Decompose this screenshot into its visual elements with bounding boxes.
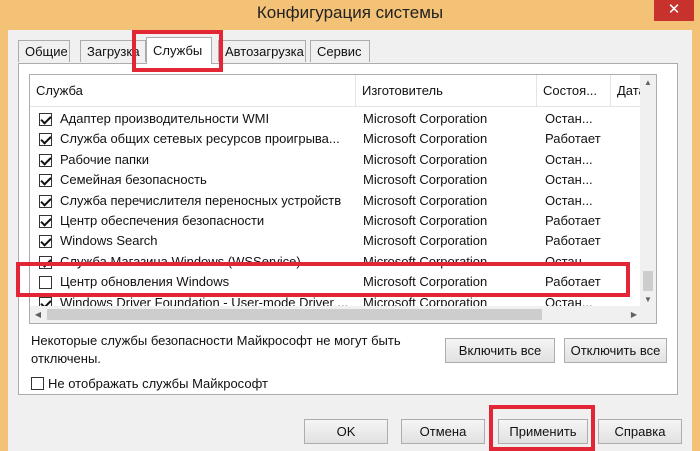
window-title: Конфигурация системы bbox=[256, 3, 444, 22]
service-checkbox[interactable] bbox=[39, 235, 52, 249]
tab-services[interactable]: Службы bbox=[146, 37, 212, 64]
service-name: Адаптер производительности WMI bbox=[60, 111, 270, 126]
service-manufacturer: Microsoft Corporation bbox=[363, 151, 488, 167]
help-button[interactable]: Справка bbox=[598, 419, 682, 444]
horizontal-scroll-thumb[interactable] bbox=[47, 309, 542, 320]
column-header-state[interactable]: Состоя... bbox=[537, 75, 611, 107]
service-manufacturer: Microsoft Corporation bbox=[363, 274, 488, 290]
apply-button[interactable]: Применить bbox=[498, 419, 588, 444]
hide-microsoft-services-label: Не отображать службы Майкрософт bbox=[48, 376, 268, 391]
tab-startup[interactable]: Автозагрузка bbox=[218, 40, 306, 62]
dialog-client-area: Общие Загрузка Службы Автозагрузка Серви… bbox=[8, 30, 692, 451]
service-checkbox[interactable] bbox=[39, 276, 52, 290]
service-name: Центр обновления Windows bbox=[60, 274, 230, 290]
service-row[interactable]: Центр обновления Windows Microsoft Corpor… bbox=[30, 272, 642, 292]
services-list[interactable]: Служба Изготовитель Состоя... Дата Адапт… bbox=[29, 74, 657, 324]
service-state: Остан... bbox=[545, 172, 593, 188]
service-name: Windows Search bbox=[60, 233, 158, 249]
service-row[interactable]: Служба общих сетевых ресурсов проигрыва.… bbox=[30, 129, 642, 149]
tab-tools[interactable]: Сервис bbox=[310, 40, 370, 62]
cancel-button[interactable]: Отмена bbox=[401, 419, 485, 444]
service-row[interactable]: Служба Магазина Windows (WSService) Micro… bbox=[30, 252, 642, 272]
service-checkbox[interactable] bbox=[39, 194, 52, 208]
service-state: Работает bbox=[545, 131, 601, 147]
service-name: Служба общих сетевых ресурсов проигрыва.… bbox=[60, 131, 340, 147]
vertical-scrollbar[interactable]: ▲ ▼ bbox=[640, 75, 656, 308]
service-state: Остан... bbox=[545, 192, 593, 208]
scroll-left-icon[interactable]: ◀ bbox=[30, 306, 46, 323]
service-state: Работает bbox=[545, 213, 601, 228]
service-name: Служба Магазина Windows (WSService) bbox=[60, 253, 301, 269]
scroll-up-icon[interactable]: ▲ bbox=[640, 75, 656, 91]
service-row[interactable]: Центр обеспечения безопасности Microsoft … bbox=[30, 211, 642, 231]
list-header: Служба Изготовитель Состоя... Дата bbox=[30, 75, 656, 107]
column-header-service[interactable]: Служба bbox=[30, 75, 356, 107]
service-manufacturer: Microsoft Corporation bbox=[363, 131, 488, 147]
service-name: Центр обеспечения безопасности bbox=[60, 213, 265, 228]
service-row[interactable]: Адаптер производительности WMI Microsoft … bbox=[30, 109, 642, 129]
service-state: Остан... bbox=[545, 151, 593, 167]
service-state: Остан... bbox=[545, 253, 593, 269]
service-row[interactable]: Служба перечислителя переносных устройст… bbox=[30, 191, 642, 211]
service-checkbox[interactable] bbox=[39, 215, 52, 228]
service-state: Остан... bbox=[545, 111, 593, 126]
hide-microsoft-services-checkbox[interactable] bbox=[31, 377, 44, 390]
enable-all-button[interactable]: Включить все bbox=[445, 338, 555, 363]
tab-boot[interactable]: Загрузка bbox=[80, 40, 146, 62]
horizontal-scrollbar[interactable]: ◀ ▶ bbox=[30, 306, 642, 323]
service-row[interactable]: Windows Search Microsoft Corporation Работ… bbox=[30, 231, 642, 251]
service-row[interactable]: Рабочие папки Microsoft Corporation Остан.… bbox=[30, 150, 642, 170]
column-header-manufacturer[interactable]: Изготовитель bbox=[356, 75, 537, 107]
service-state: Работает bbox=[545, 274, 601, 290]
hide-microsoft-services-option[interactable]: Не отображать службы Майкрософт bbox=[31, 375, 268, 393]
vertical-scroll-thumb[interactable] bbox=[643, 271, 653, 291]
services-tab-panel: Служба Изготовитель Состоя... Дата Адапт… bbox=[18, 63, 678, 395]
scrollbar-corner bbox=[640, 306, 656, 323]
service-manufacturer: Microsoft Corporation bbox=[363, 253, 488, 269]
security-notice: Некоторые службы безопасности Майкрософт… bbox=[31, 333, 401, 366]
close-button[interactable]: ✕ bbox=[654, 0, 694, 21]
service-manufacturer: Microsoft Corporation bbox=[363, 111, 488, 126]
service-checkbox[interactable] bbox=[39, 153, 52, 167]
service-checkbox[interactable] bbox=[39, 133, 52, 147]
disable-all-button[interactable]: Отключить все bbox=[564, 338, 667, 363]
service-name: Служба перечислителя переносных устройст… bbox=[60, 192, 342, 208]
service-manufacturer: Microsoft Corporation bbox=[363, 233, 488, 249]
service-manufacturer: Microsoft Corporation bbox=[363, 172, 488, 188]
tab-general[interactable]: Общие bbox=[18, 40, 70, 62]
service-manufacturer: Microsoft Corporation bbox=[363, 213, 488, 228]
service-name: Рабочие папки bbox=[60, 151, 149, 167]
service-checkbox[interactable] bbox=[39, 174, 52, 188]
service-manufacturer: Microsoft Corporation bbox=[363, 192, 488, 208]
system-config-window: Конфигурация системы ✕ Общие Загрузка Сл… bbox=[0, 0, 700, 451]
close-icon: ✕ bbox=[667, 1, 681, 18]
service-state: Работает bbox=[545, 233, 601, 249]
service-row[interactable]: Семейная безопасность Microsoft Corporati… bbox=[30, 170, 642, 190]
service-name: Семейная безопасность bbox=[60, 172, 207, 188]
ok-button[interactable]: OK bbox=[304, 419, 388, 444]
service-checkbox[interactable] bbox=[39, 255, 52, 269]
service-checkbox[interactable] bbox=[39, 113, 52, 126]
title-bar[interactable]: Конфигурация системы ✕ bbox=[0, 0, 700, 30]
